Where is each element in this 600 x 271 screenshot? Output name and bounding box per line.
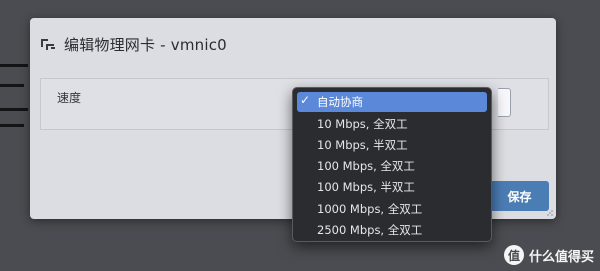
speed-select[interactable] [498,88,511,117]
speed-option-label: 10 Mbps, 半双工 [317,138,408,152]
speed-dropdown-menu: ✓ 自动协商 10 Mbps, 全双工 10 Mbps, 半双工 100 Mbp… [292,87,492,242]
background-line [0,84,24,87]
network-adapter-icon [40,36,56,52]
background-line [0,124,24,127]
resize-grip-icon[interactable] [546,209,553,216]
dialog-title: 编辑物理网卡 - vmnic0 [64,35,227,54]
speed-option-100-full[interactable]: 100 Mbps, 全双工 [297,156,487,176]
speed-option-2500-full[interactable]: 2500 Mbps, 全双工 [297,220,487,240]
background-table-lines [0,60,30,130]
watermark-text: 什么值得买 [528,249,594,265]
background-line [0,64,28,67]
speed-option-10-full[interactable]: 10 Mbps, 全双工 [297,114,487,134]
speed-option-1000-full[interactable]: 1000 Mbps, 全双工 [297,199,487,219]
background-line [0,108,28,111]
speed-option-label: 1000 Mbps, 全双工 [317,202,423,216]
watermark-logo-icon: 值 [503,245,524,265]
speed-option-label: 10 Mbps, 全双工 [317,117,408,131]
speed-option-100-half[interactable]: 100 Mbps, 半双工 [297,177,487,197]
speed-option-label: 100 Mbps, 全双工 [317,159,415,173]
speed-option-label: 2500 Mbps, 全双工 [317,223,423,237]
speed-label: 速度 [57,91,82,105]
speed-option-auto[interactable]: ✓ 自动协商 [297,92,487,112]
dialog-header: 编辑物理网卡 - vmnic0 [40,32,227,56]
checkmark-icon: ✓ [300,93,311,107]
save-button[interactable]: 保存 [490,181,549,211]
speed-option-10-half[interactable]: 10 Mbps, 半双工 [297,135,487,155]
speed-option-label: 100 Mbps, 半双工 [317,180,415,194]
watermark: 值 什么值得买 [503,245,594,265]
